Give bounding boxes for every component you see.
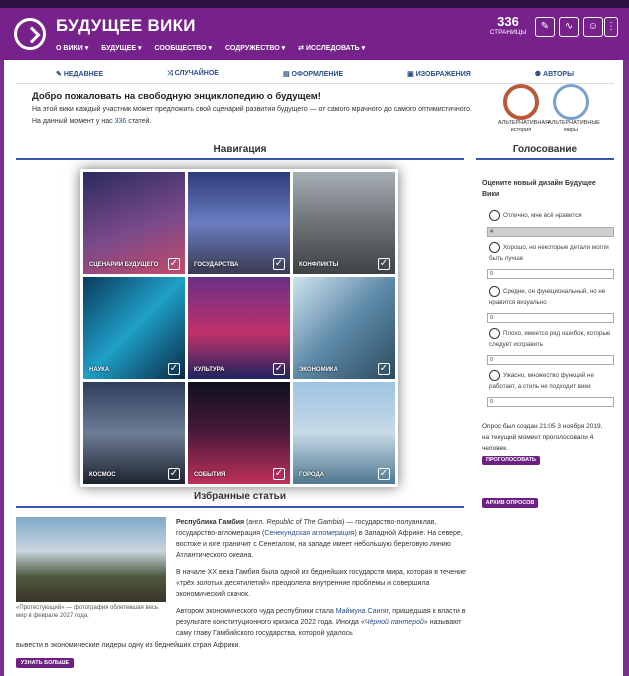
featured-article-continued: вывести в экономические лидеры одну из б… xyxy=(16,642,241,649)
check-icon: ✓ xyxy=(378,468,390,480)
page-count-number: 336 xyxy=(497,14,519,29)
nav-tile-economy[interactable]: ЭКОНОМИКА ✓ xyxy=(293,277,395,379)
check-icon: ✓ xyxy=(378,258,390,270)
alt-worlds-logo-icon xyxy=(553,84,589,120)
more-menu-icon[interactable]: ⋮ xyxy=(604,17,618,37)
partner-alt-history[interactable]: АЛЬТЕРНАТИВНАЯ история xyxy=(498,84,549,134)
nav-commonwealth[interactable]: СОДРУЖЕСТВО ▾ xyxy=(225,44,285,52)
check-icon: ✓ xyxy=(168,258,180,270)
featured-divider xyxy=(16,506,464,508)
poll-result-bar: 4 xyxy=(487,227,614,237)
article-count-link[interactable]: 336 xyxy=(115,118,127,125)
nav-tile-states[interactable]: ГОСУДАРСТВА ✓ xyxy=(188,172,290,274)
alt-history-logo-icon xyxy=(503,84,539,120)
poll-meta: Опрос был создан 21:05 3 ноября 2019, на… xyxy=(482,423,603,452)
partner-alt-worlds[interactable]: АЛЬТЕРНАТИВНЫЕ миры xyxy=(548,84,600,134)
nav-about[interactable]: О ВИКИ ▾ xyxy=(56,44,88,52)
poll-question: Оцените новый дизайн Будущее Вики xyxy=(482,180,596,198)
nav-tile-conflicts[interactable]: КОНФЛИКТЫ ✓ xyxy=(293,172,395,274)
nav-community[interactable]: СООБЩЕСТВО ▾ xyxy=(154,44,212,52)
featured-heading: Избранные статьи xyxy=(194,491,286,502)
nav-explore[interactable]: ⇄ ИССЛЕДОВАТЬ ▾ xyxy=(298,44,365,52)
check-icon: ✓ xyxy=(273,363,285,375)
tab-recent[interactable]: ✎ НЕДАВНЕЕ xyxy=(56,70,103,83)
poll-result-bar: 0 xyxy=(487,269,614,279)
tab-design[interactable]: ▤ ОФОРМЛЕНИЕ xyxy=(283,70,343,83)
featured-article-text: Республика Гамбия (англ. Republic of The… xyxy=(176,519,466,637)
top-nav: О ВИКИ ▾ БУДУЩЕЕ ▾ СООБЩЕСТВО ▾ СОДРУЖЕС… xyxy=(56,44,365,52)
nav-future[interactable]: БУДУЩЕЕ ▾ xyxy=(101,44,141,52)
check-icon: ✓ xyxy=(168,468,180,480)
welcome-text: На этой вики каждый участник может предл… xyxy=(32,106,472,125)
check-icon: ✓ xyxy=(378,363,390,375)
activity-icon[interactable]: ∿ xyxy=(559,17,579,37)
radio-button[interactable] xyxy=(489,210,500,221)
welcome-title: Добро пожаловать на свободную энциклопед… xyxy=(32,91,321,102)
agglomeration-link[interactable]: Сенекундская агломерация xyxy=(264,530,354,537)
article-title[interactable]: Республика Гамбия xyxy=(176,519,244,526)
vote-button[interactable]: ПРОГОЛОСОВАТЬ xyxy=(482,456,540,465)
poll-divider xyxy=(476,158,614,160)
discussion-icon[interactable]: ☺ xyxy=(583,17,603,37)
nav-tile-scenarios[interactable]: СЦЕНАРИИ БУДУЩЕГО ✓ xyxy=(83,172,185,274)
tab-images[interactable]: ▣ ИЗОБРАЖЕНИЯ xyxy=(407,70,471,83)
site-logo-icon[interactable] xyxy=(14,18,46,50)
poll-result-bar: 0 xyxy=(487,355,614,365)
check-icon: ✓ xyxy=(273,468,285,480)
poll-heading: Голосование xyxy=(512,144,578,155)
read-more-button[interactable]: УЗНАТЬ БОЛЬШЕ xyxy=(16,658,74,668)
edit-icon[interactable]: ✎ xyxy=(535,17,555,37)
nav-tile-events[interactable]: СОБЫТИЯ ✓ xyxy=(188,382,290,484)
page-count: 336 СТРАНИЦЫ xyxy=(486,14,530,36)
poll-archive-button[interactable]: АРХИВ ОПРОСОВ xyxy=(482,498,538,508)
nav-tile-culture[interactable]: КУЛЬТУРА ✓ xyxy=(188,277,290,379)
navigation-heading: Навигация xyxy=(213,144,267,155)
poll-result-bar: 0 xyxy=(487,397,614,407)
leader-link[interactable]: Маймуна Сангяг xyxy=(336,608,389,615)
quick-links: ✎ НЕДАВНЕЕ ⤨ СЛУЧАЙНОЕ ▤ ОФОРМЛЕНИЕ ▣ ИЗ… xyxy=(16,70,614,84)
page-count-label: СТРАНИЦЫ xyxy=(489,29,527,36)
black-panther-link[interactable]: Чёрной пантерой xyxy=(365,619,424,626)
site-title[interactable]: БУДУЩЕЕ ВИКИ xyxy=(56,16,196,36)
navigation-grid: СЦЕНАРИИ БУДУЩЕГО ✓ ГОСУДАРСТВА ✓ КОНФЛИКТ… xyxy=(80,169,398,487)
radio-button[interactable] xyxy=(489,370,500,381)
featured-image[interactable] xyxy=(16,517,166,602)
top-strip xyxy=(0,0,629,8)
poll-result-bar: 0 xyxy=(487,313,614,323)
radio-button[interactable] xyxy=(489,286,500,297)
radio-button[interactable] xyxy=(489,242,500,253)
nav-tile-science[interactable]: НАУКА ✓ xyxy=(83,277,185,379)
tab-random[interactable]: ⤨ СЛУЧАЙНОЕ xyxy=(167,70,219,83)
site-header: БУДУЩЕЕ ВИКИ О ВИКИ ▾ БУДУЩЕЕ ▾ СООБЩЕСТ… xyxy=(0,8,629,60)
nav-tile-space[interactable]: КОСМОС ✓ xyxy=(83,382,185,484)
nav-tile-cities[interactable]: ГОРОДА ✓ xyxy=(293,382,395,484)
check-icon: ✓ xyxy=(168,363,180,375)
navigation-divider xyxy=(16,158,464,160)
tab-authors[interactable]: ⚉ АВТОРЫ xyxy=(535,70,574,83)
main-content: ✎ НЕДАВНЕЕ ⤨ СЛУЧАЙНОЕ ▤ ОФОРМЛЕНИЕ ▣ ИЗ… xyxy=(4,60,623,676)
check-icon: ✓ xyxy=(273,258,285,270)
featured-image-caption: «Протестующий» — фотография облетевшая в… xyxy=(16,605,159,619)
radio-button[interactable] xyxy=(489,328,500,339)
